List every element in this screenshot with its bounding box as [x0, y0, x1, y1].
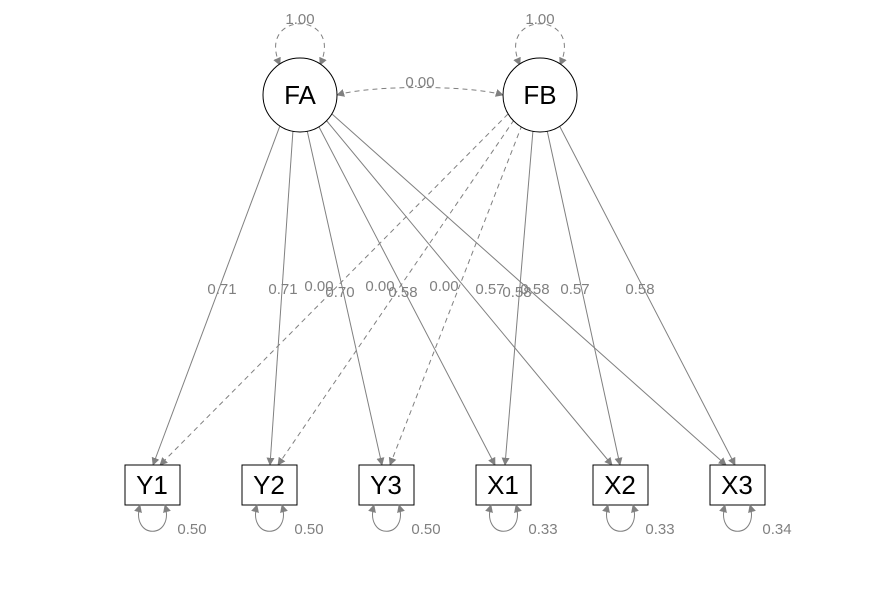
- variance-Y2-label: 0.50: [294, 521, 323, 538]
- loading-FA-X2-label: 0.57: [475, 281, 504, 298]
- variance-X3-loop: [724, 505, 752, 531]
- variance-X3-label: 0.34: [762, 521, 791, 538]
- latent-node-FB: FB: [503, 58, 577, 132]
- loading-FA-Y2-label: 0.71: [268, 281, 297, 298]
- observed-label-X3: X3: [721, 470, 753, 500]
- variance-Y2-loop: [256, 505, 284, 531]
- loading-FB-X2-label: 0.57: [560, 281, 589, 298]
- loading-FB-Y1-label: 0.00: [304, 278, 333, 295]
- observed-label-Y1: Y1: [136, 470, 168, 500]
- loading-FB-Y3-label: 0.00: [429, 278, 458, 295]
- loading-FB-X3-label: 0.58: [625, 281, 654, 298]
- variance-X1-loop: [490, 505, 518, 531]
- variance-X2-loop: [607, 505, 635, 531]
- latent-node-FA: FA: [263, 58, 337, 132]
- variance-X2-label: 0.33: [645, 521, 674, 538]
- covariance-FA-FB-label: 0.00: [405, 74, 434, 91]
- latent-label-FB: FB: [523, 80, 556, 110]
- observed-label-X1: X1: [487, 470, 519, 500]
- variance-FA-label: 1.00: [285, 11, 314, 28]
- observed-label-Y3: Y3: [370, 470, 402, 500]
- loading-FB-X1-label: 0.58: [502, 284, 531, 301]
- loading-FB-Y2-label: 0.00: [365, 278, 394, 295]
- observed-label-X2: X2: [604, 470, 636, 500]
- observed-node-Y2: Y2: [242, 465, 297, 505]
- sem-path-diagram: 0.00 1.00 1.00 0.71 0.71 0.70 0.58 0.57 …: [0, 0, 877, 602]
- variance-Y3-label: 0.50: [411, 521, 440, 538]
- variance-FB-label: 1.00: [525, 11, 554, 28]
- variance-X1-label: 0.33: [528, 521, 557, 538]
- observed-node-X2: X2: [593, 465, 648, 505]
- observed-node-X1: X1: [476, 465, 531, 505]
- observed-label-Y2: Y2: [253, 470, 285, 500]
- observed-node-Y1: Y1: [125, 465, 180, 505]
- observed-node-Y3: Y3: [359, 465, 414, 505]
- variance-Y1-loop: [139, 505, 167, 531]
- loading-FA-Y1-label: 0.71: [207, 281, 236, 298]
- latent-label-FA: FA: [284, 80, 316, 110]
- observed-node-X3: X3: [710, 465, 765, 505]
- variance-Y3-loop: [373, 505, 401, 531]
- variance-Y1-label: 0.50: [177, 521, 206, 538]
